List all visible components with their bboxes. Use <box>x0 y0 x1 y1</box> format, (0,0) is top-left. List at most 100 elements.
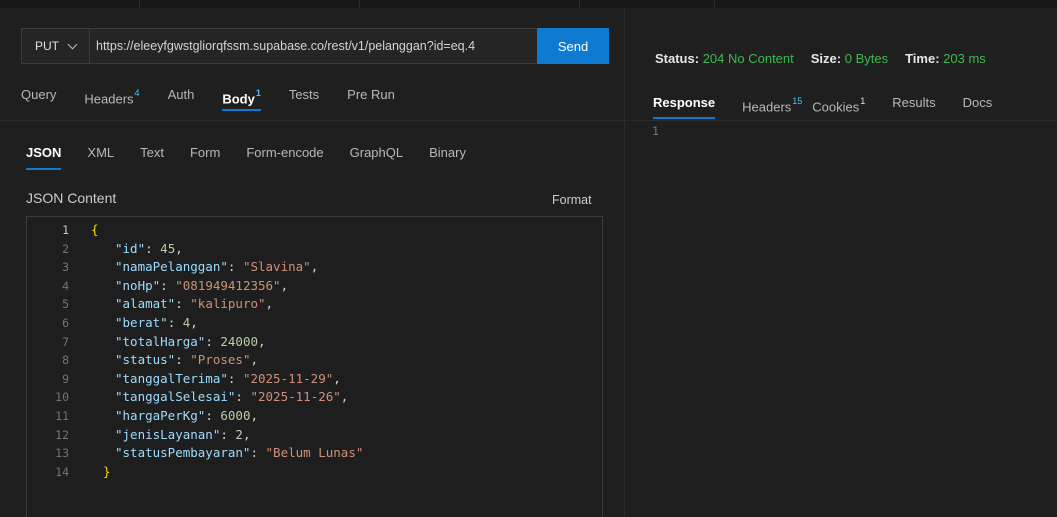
code-line: 8 "status": "Proses", <box>27 351 363 370</box>
tab-body[interactable]: Body1 <box>222 85 261 113</box>
send-button[interactable]: Send <box>537 28 609 64</box>
tab-badge: 15 <box>792 96 803 106</box>
line-number: 12 <box>55 427 69 442</box>
json-comma: , <box>242 426 251 442</box>
time-label: Time: <box>905 51 940 66</box>
response-status-bar: Status: 204 No Content Size: 0 Bytes Tim… <box>655 51 986 66</box>
json-colon: : <box>205 407 221 423</box>
tab-label: Headers <box>84 91 134 107</box>
json-comma: , <box>340 389 349 405</box>
code-line: 10 "tanggalSelesai": "2025-11-26", <box>27 388 363 407</box>
time-value: 203 ms <box>943 51 986 66</box>
response-panel <box>625 8 1057 517</box>
json-comma: , <box>190 314 198 330</box>
tab-label: Docs <box>962 95 993 110</box>
code-line: 7 "totalHarga": 24000, <box>27 333 363 352</box>
line-number: 6 <box>62 315 69 330</box>
line-number: 13 <box>55 446 69 461</box>
line-content: "totalHarga": 24000, <box>69 333 266 352</box>
code-area[interactable]: 1{2 "id": 45, 3 "namaPelanggan": "Slavina",… <box>27 221 363 481</box>
tab-tests[interactable]: Tests <box>289 85 319 113</box>
line-number: 14 <box>55 464 69 479</box>
line-number: 11 <box>55 408 69 423</box>
body-type-text[interactable]: Text <box>140 145 164 169</box>
code-line: 5 "alamat": "kalipuro", <box>27 295 363 314</box>
body-type-form-encode[interactable]: Form-encode <box>246 145 323 169</box>
json-comma: , <box>310 259 319 275</box>
json-colon: : <box>145 240 161 256</box>
body-type-binary[interactable]: Binary <box>429 145 466 169</box>
json-value: 24000 <box>220 333 259 349</box>
json-colon: : <box>175 296 191 312</box>
title-strip <box>0 0 1057 8</box>
line-content: "id": 45, <box>69 240 183 259</box>
json-key: "id" <box>115 240 146 256</box>
tab-response-headers[interactable]: Headers15 <box>742 93 802 121</box>
json-key: "berat" <box>115 314 168 330</box>
json-value: "kalipuro" <box>190 296 266 312</box>
code-line: 2 "id": 45, <box>27 240 363 259</box>
json-key: "status" <box>115 352 176 368</box>
json-comma: , <box>175 240 183 256</box>
tab-auth[interactable]: Auth <box>168 85 195 113</box>
tab-docs[interactable]: Docs <box>963 93 993 121</box>
body-type-xml[interactable]: XML <box>87 145 114 169</box>
json-key: "alamat" <box>115 296 176 312</box>
json-value: "Slavina" <box>242 259 311 275</box>
tab-label: Pre Run <box>347 87 395 102</box>
tab-results[interactable]: Results <box>892 93 935 121</box>
json-comma: , <box>333 370 341 386</box>
tab-label: Results <box>892 95 936 110</box>
json-comma: , <box>250 407 259 423</box>
tab-cookies[interactable]: Cookies1 <box>812 93 865 121</box>
json-colon: : <box>220 426 236 442</box>
status-value: 204 No Content <box>702 51 794 66</box>
tab-label: Headers <box>742 99 792 115</box>
json-brace-open: { <box>91 222 99 237</box>
code-line: 12 "jenisLayanan": 2, <box>27 426 363 445</box>
tab-badge: 1 <box>255 88 261 98</box>
json-editor[interactable]: 1{2 "id": 45, 3 "namaPelanggan": "Slavina",… <box>26 216 603 517</box>
tab-query[interactable]: Query <box>21 85 56 113</box>
url-input[interactable]: https://eleeyfgwstgliorqfssm.supabase.co… <box>90 29 537 63</box>
tab-label: Auth <box>167 87 195 102</box>
line-content: "tanggalTerima": "2025-11-29", <box>69 370 341 389</box>
line-content: "tanggalSelesai": "2025-11-26", <box>69 388 348 407</box>
tab-headers[interactable]: Headers4 <box>84 85 139 113</box>
format-button[interactable]: Format <box>552 193 592 207</box>
line-content: "statusPembayaran": "Belum Lunas" <box>69 444 363 463</box>
line-number: 5 <box>62 297 69 312</box>
code-line: 3 "namaPelanggan": "Slavina", <box>27 258 363 277</box>
json-colon: : <box>160 277 176 293</box>
method-select[interactable]: PUT <box>22 29 90 63</box>
tab-response[interactable]: Response <box>653 93 716 121</box>
json-value: "Proses" <box>190 352 251 368</box>
json-key: "totalHarga" <box>115 333 206 349</box>
json-key: "hargaPerKg" <box>115 407 206 423</box>
body-type-form[interactable]: Form <box>190 145 220 169</box>
json-key: "statusPembayaran" <box>115 445 251 461</box>
response-tabs: Response Headers15 Cookies1 Results Docs <box>653 93 992 121</box>
json-value: 2 <box>235 426 243 442</box>
code-line: 1{ <box>27 221 363 240</box>
json-key: "tanggalSelesai" <box>115 389 236 405</box>
divider <box>0 120 624 121</box>
body-type-graphql[interactable]: GraphQL <box>350 145 403 169</box>
line-content: } <box>69 463 111 482</box>
line-number: 8 <box>62 353 69 368</box>
body-type-json[interactable]: JSON <box>26 145 62 170</box>
tab-label: Body <box>222 91 255 107</box>
json-key: "namaPelanggan" <box>115 259 228 275</box>
json-brace-close: } <box>103 463 111 479</box>
tab-label: Query <box>21 87 57 102</box>
json-colon: : <box>227 259 243 275</box>
line-number: 3 <box>62 260 69 275</box>
line-number: 7 <box>62 334 69 349</box>
json-comma: , <box>265 296 274 312</box>
code-line: 14} <box>27 463 363 482</box>
line-number: 10 <box>55 390 69 405</box>
json-comma: , <box>280 277 289 293</box>
json-key: "noHp" <box>115 277 161 293</box>
tab-pre-run[interactable]: Pre Run <box>347 85 395 113</box>
json-value: "Belum Lunas" <box>265 445 364 461</box>
